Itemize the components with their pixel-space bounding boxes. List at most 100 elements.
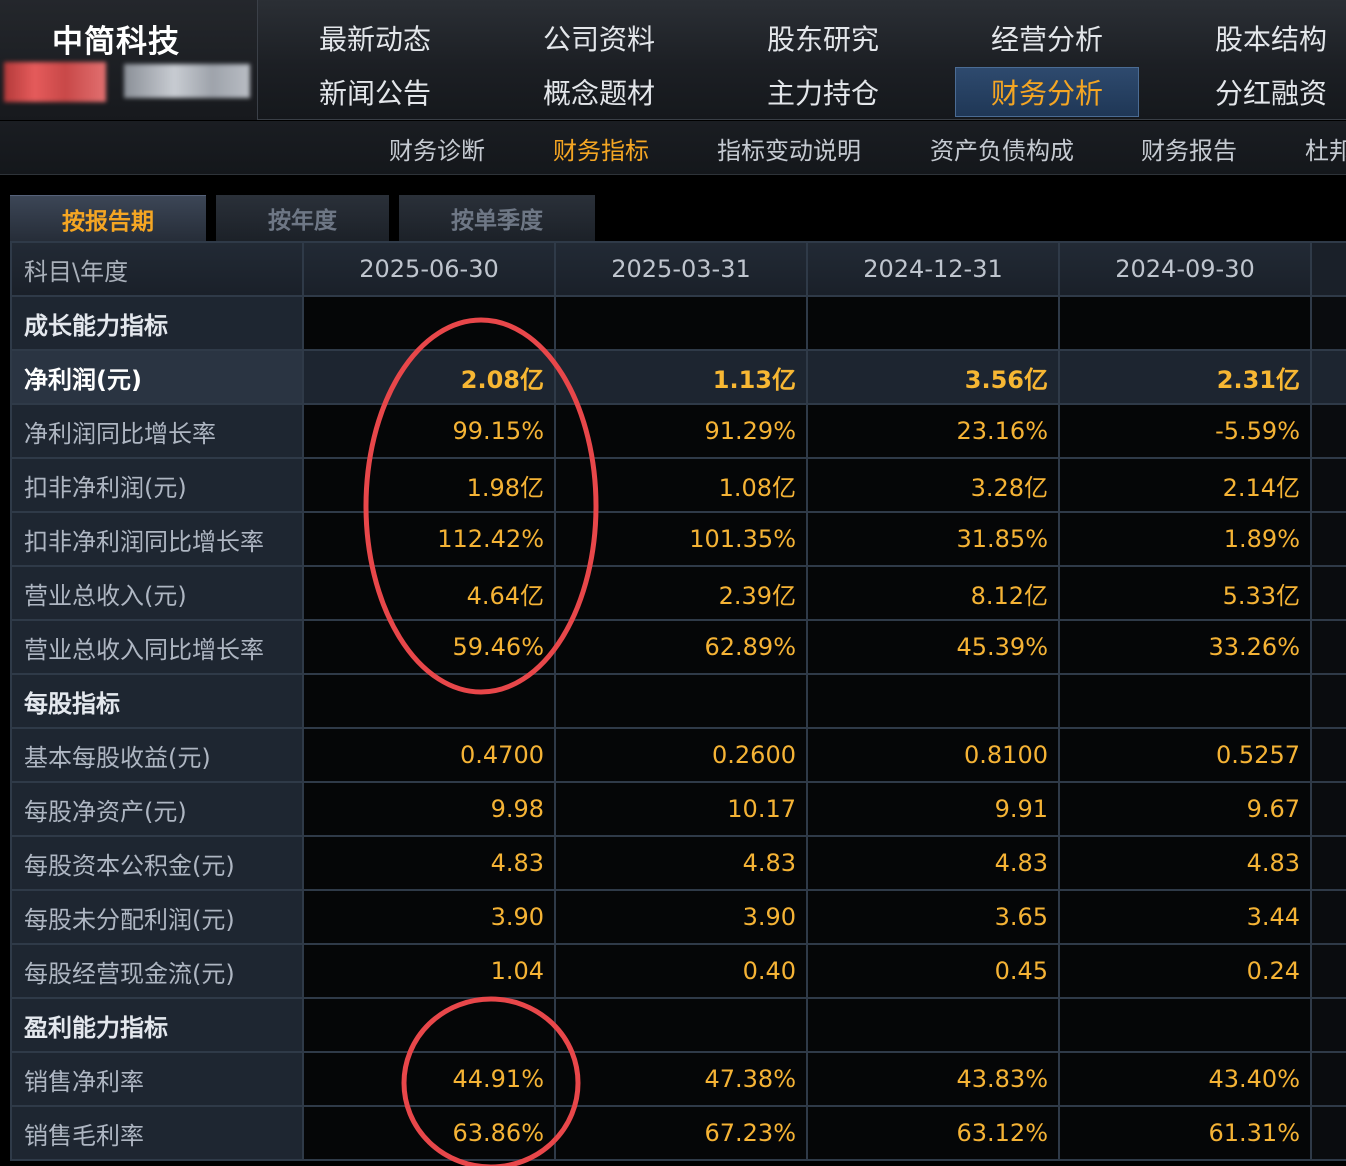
date-column-header[interactable]: 2024-09-30 <box>1058 241 1312 297</box>
value-cell: 0.4700 <box>302 727 556 783</box>
nav-item[interactable]: 财务分析 <box>955 67 1139 117</box>
nav-item[interactable]: 分红融资 <box>1179 67 1346 117</box>
section-row: 盈利能力指标 <box>10 997 1346 1053</box>
subnav-item[interactable]: 资产负债构成 <box>930 121 1074 175</box>
table-row: 每股资本公积金(元) 4.83 4.83 4.83 4.83 <box>10 835 1346 891</box>
row-label[interactable]: 成长能力指标 <box>10 295 304 351</box>
value-cell <box>302 997 556 1053</box>
nav-item[interactable]: 经营分析 <box>955 13 1139 63</box>
redacted-stock-info <box>124 64 250 98</box>
nav-item[interactable]: 新闻公告 <box>283 67 467 117</box>
value-cell: 3.90 <box>302 889 556 945</box>
value-cell: 1.89% <box>1058 511 1312 567</box>
value-cell <box>302 673 556 729</box>
nav-item[interactable]: 最新动态 <box>283 13 467 63</box>
value-cell: 0.5257 <box>1058 727 1312 783</box>
value-cell: -5.59% <box>1058 403 1312 459</box>
subnav-item[interactable]: 财务报告 <box>1141 121 1237 175</box>
row-label[interactable]: 销售净利率 <box>10 1051 304 1107</box>
period-tabs: 按报告期 按年度 按单季度 <box>10 195 1346 241</box>
value-cell: 43.83% <box>806 1051 1060 1107</box>
value-cell: 1.13亿 <box>554 349 808 405</box>
table-row: 扣非净利润同比增长率 112.42% 101.35% 31.85% 1.89% <box>10 511 1346 567</box>
row-label[interactable]: 每股指标 <box>10 673 304 729</box>
row-label[interactable]: 基本每股收益(元) <box>10 727 304 783</box>
value-cell: 0.24 <box>1058 943 1312 999</box>
overflow-cell <box>1310 943 1346 999</box>
nav-item[interactable]: 公司资料 <box>507 13 691 63</box>
value-cell: 9.67 <box>1058 781 1312 837</box>
overflow-cell <box>1310 619 1346 675</box>
row-label[interactable]: 每股资本公积金(元) <box>10 835 304 891</box>
date-column-header[interactable]: 2024-12-31 <box>806 241 1060 297</box>
value-cell: 3.65 <box>806 889 1060 945</box>
value-cell <box>1058 997 1312 1053</box>
row-label[interactable]: 营业总收入同比增长率 <box>10 619 304 675</box>
row-label[interactable]: 营业总收入(元) <box>10 565 304 621</box>
row-label[interactable]: 盈利能力指标 <box>10 997 304 1053</box>
subnav-item[interactable]: 杜邦 <box>1305 121 1346 175</box>
value-cell <box>302 295 556 351</box>
date-column-header[interactable]: 2025-06-30 <box>302 241 556 297</box>
value-cell <box>554 997 808 1053</box>
value-cell: 1.04 <box>302 943 556 999</box>
value-cell: 47.38% <box>554 1051 808 1107</box>
overflow-cell <box>1310 835 1346 891</box>
table-row: 每股未分配利润(元) 3.90 3.90 3.65 3.44 <box>10 889 1346 945</box>
table-row: 净利润同比增长率 99.15% 91.29% 23.16% -5.59% <box>10 403 1346 459</box>
value-cell: 10.17 <box>554 781 808 837</box>
overflow-cell <box>1310 997 1346 1053</box>
period-tab[interactable]: 按单季度 <box>399 195 595 241</box>
subnav-item[interactable]: 财务指标 <box>553 121 649 175</box>
value-cell: 1.08亿 <box>554 457 808 513</box>
value-cell: 61.31% <box>1058 1105 1312 1161</box>
section-row: 成长能力指标 <box>10 295 1346 351</box>
value-cell: 4.83 <box>554 835 808 891</box>
value-cell: 2.39亿 <box>554 565 808 621</box>
overflow-cell <box>1310 403 1346 459</box>
overflow-cell <box>1310 727 1346 783</box>
value-cell: 2.14亿 <box>1058 457 1312 513</box>
date-column-header[interactable]: 2025-03-31 <box>554 241 808 297</box>
value-cell: 3.90 <box>554 889 808 945</box>
brand-block: 中简科技 <box>0 0 258 120</box>
financial-indicator-table: 科目\年度 2025-06-30 2025-03-31 2024-12-31 2… <box>10 241 1346 1166</box>
value-cell <box>806 997 1060 1053</box>
table-row: 营业总收入(元) 4.64亿 2.39亿 8.12亿 5.33亿 <box>10 565 1346 621</box>
table-row: 净利润(元) 2.08亿 1.13亿 3.56亿 2.31亿 <box>10 349 1346 405</box>
overflow-cell <box>1310 565 1346 621</box>
nav-item[interactable]: 主力持仓 <box>731 67 915 117</box>
row-label[interactable]: 扣非净利润(元) <box>10 457 304 513</box>
table-row: 扣非净利润(元) 1.98亿 1.08亿 3.28亿 2.14亿 <box>10 457 1346 513</box>
row-label[interactable]: 每股经营现金流(元) <box>10 943 304 999</box>
value-cell: 91.29% <box>554 403 808 459</box>
value-cell <box>1058 673 1312 729</box>
value-cell <box>554 673 808 729</box>
period-tab[interactable]: 按年度 <box>216 195 389 241</box>
table-row: 销售净利率 44.91% 47.38% 43.83% 43.40% <box>10 1051 1346 1107</box>
period-tab[interactable]: 按报告期 <box>10 195 206 241</box>
subnav-item[interactable]: 指标变动说明 <box>717 121 861 175</box>
overflow-cell <box>1310 295 1346 351</box>
value-cell: 0.8100 <box>806 727 1060 783</box>
row-label[interactable]: 销售毛利率 <box>10 1105 304 1161</box>
nav-item[interactable]: 概念题材 <box>507 67 691 117</box>
subnav-item[interactable]: 财务诊断 <box>389 121 485 175</box>
overflow-cell <box>1310 781 1346 837</box>
row-label[interactable]: 每股未分配利润(元) <box>10 889 304 945</box>
value-cell: 4.83 <box>1058 835 1312 891</box>
table-header-row: 科目\年度 2025-06-30 2025-03-31 2024-12-31 2… <box>10 241 1346 297</box>
value-cell <box>806 295 1060 351</box>
nav-item[interactable]: 股本结构 <box>1179 13 1346 63</box>
value-cell: 1.98亿 <box>302 457 556 513</box>
value-cell: 112.42% <box>302 511 556 567</box>
value-cell: 4.83 <box>302 835 556 891</box>
nav-item[interactable]: 股东研究 <box>731 13 915 63</box>
value-cell: 9.91 <box>806 781 1060 837</box>
table-row: 营业总收入同比增长率 59.46% 62.89% 45.39% 33.26% <box>10 619 1346 675</box>
value-cell: 31.85% <box>806 511 1060 567</box>
row-label[interactable]: 每股净资产(元) <box>10 781 304 837</box>
row-label[interactable]: 净利润(元) <box>10 349 304 405</box>
row-label[interactable]: 净利润同比增长率 <box>10 403 304 459</box>
row-label[interactable]: 扣非净利润同比增长率 <box>10 511 304 567</box>
